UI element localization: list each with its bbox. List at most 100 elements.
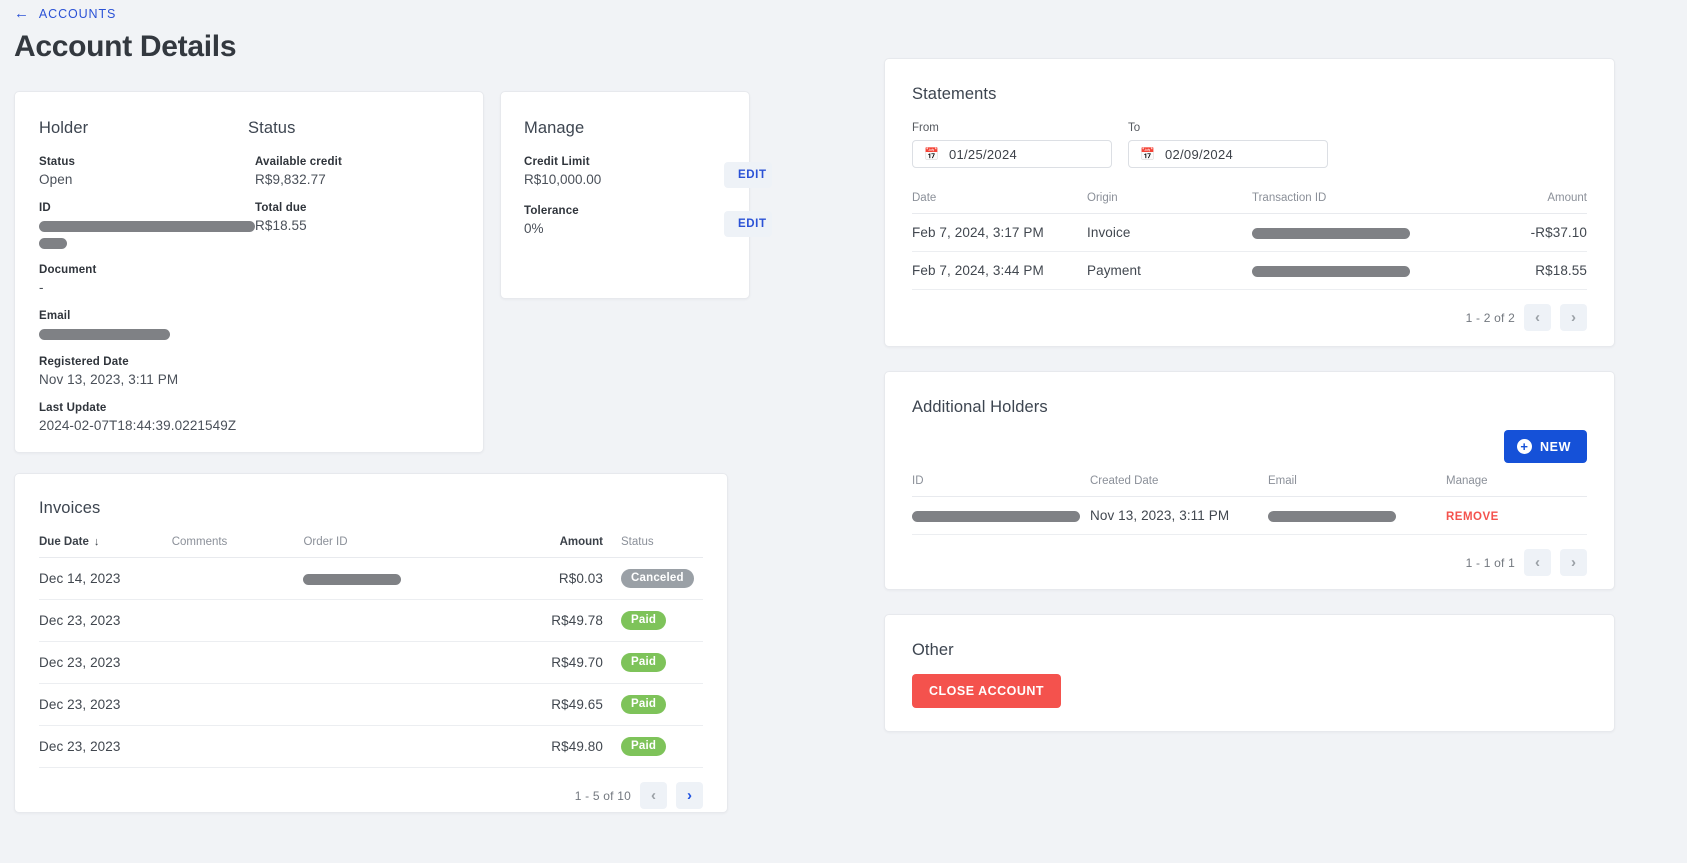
calendar-icon[interactable]: 📅 xyxy=(1140,148,1155,160)
credit-limit-field: Credit Limit R$10,000.00 EDIT xyxy=(524,156,749,187)
invoices-card: Invoices Due Date↓ Comments Order ID Amo… xyxy=(14,473,728,813)
holders-next-page-button[interactable]: › xyxy=(1560,549,1587,576)
holder-heading: Holder xyxy=(39,119,248,138)
cell-order-id xyxy=(303,600,493,642)
field-last-update: Last Update 2024-02-07T18:44:39.0221549Z xyxy=(39,402,255,433)
remove-holder-button[interactable]: REMOVE xyxy=(1446,511,1499,523)
field-label: Registered Date xyxy=(39,356,255,368)
chevron-left-icon: ‹ xyxy=(1535,310,1540,325)
field-total-due: Total due R$18.55 xyxy=(255,202,459,233)
chevron-right-icon: › xyxy=(687,788,692,803)
column-comments[interactable]: Comments xyxy=(172,536,304,558)
column-status[interactable]: Status xyxy=(603,536,703,558)
additional-holders-table: ID Created Date Email Manage Nov 13, 202… xyxy=(912,475,1587,535)
holders-table-header-row: ID Created Date Email Manage xyxy=(912,475,1587,497)
cell-comments xyxy=(172,642,304,684)
table-row[interactable]: Dec 14, 2023 R$0.03 Canceled xyxy=(39,558,703,600)
chevron-right-icon: › xyxy=(1571,310,1576,325)
table-row[interactable]: Nov 13, 2023, 3:11 PM REMOVE xyxy=(912,497,1587,535)
table-row[interactable]: Feb 7, 2024, 3:17 PM Invoice -R$37.10 xyxy=(912,214,1587,252)
table-row[interactable]: Dec 23, 2023 R$49.78 Paid xyxy=(39,600,703,642)
field-label: Credit Limit xyxy=(524,156,749,168)
cell-amount: R$49.65 xyxy=(493,684,603,726)
column-id[interactable]: ID xyxy=(912,475,1090,497)
other-heading: Other xyxy=(912,641,1587,660)
field-label: Tolerance xyxy=(524,205,749,217)
statements-next-page-button[interactable]: › xyxy=(1560,304,1587,331)
field-registered-date: Registered Date Nov 13, 2023, 3:11 PM xyxy=(39,356,255,387)
table-row[interactable]: Feb 7, 2024, 3:44 PM Payment R$18.55 xyxy=(912,252,1587,290)
to-label: To xyxy=(1128,122,1328,134)
invoices-heading: Invoices xyxy=(39,499,703,518)
status-fields-column: Available credit R$9,832.77 Total due R$… xyxy=(255,156,459,433)
summary-cards-row: Holder Status Status Open ID xyxy=(14,91,794,453)
column-due-date[interactable]: Due Date↓ xyxy=(39,536,172,558)
field-label: Available credit xyxy=(255,156,459,168)
field-status: Status Open xyxy=(39,156,255,187)
field-value: 0% xyxy=(524,221,544,236)
field-value: R$9,832.77 xyxy=(255,172,459,187)
cell-order-id xyxy=(303,726,493,768)
cell-status: Canceled xyxy=(603,558,703,600)
holders-pager-label: 1 - 1 of 1 xyxy=(1466,556,1515,570)
field-label: Email xyxy=(39,310,255,322)
additional-holders-heading: Additional Holders xyxy=(912,398,1587,417)
field-label: Status xyxy=(39,156,255,168)
holders-pagination: 1 - 1 of 1 ‹ › xyxy=(912,535,1587,576)
invoices-table: Due Date↓ Comments Order ID Amount Statu… xyxy=(39,536,703,768)
redacted-bar xyxy=(1252,228,1410,239)
left-panel: ← ACCOUNTS Account Details Holder Status xyxy=(0,0,808,863)
breadcrumb-accounts-link[interactable]: ← ACCOUNTS xyxy=(14,6,794,21)
close-account-button[interactable]: CLOSE ACCOUNT xyxy=(912,674,1061,708)
column-amount[interactable]: Amount xyxy=(493,536,603,558)
column-origin[interactable]: Origin xyxy=(1087,192,1252,214)
column-label: Due Date xyxy=(39,536,89,548)
redacted-bar xyxy=(912,511,1080,522)
plus-circle-icon: + xyxy=(1517,439,1532,454)
column-manage[interactable]: Manage xyxy=(1446,475,1587,497)
table-row[interactable]: Dec 23, 2023 R$49.65 Paid xyxy=(39,684,703,726)
column-date[interactable]: Date xyxy=(912,192,1087,214)
invoices-table-body: Dec 14, 2023 R$0.03 Canceled Dec 23, 202… xyxy=(39,558,703,768)
manage-card: Manage Credit Limit R$10,000.00 EDIT Tol… xyxy=(500,91,750,299)
column-created-date[interactable]: Created Date xyxy=(1090,475,1268,497)
table-row[interactable]: Dec 23, 2023 R$49.80 Paid xyxy=(39,726,703,768)
cell-amount: R$49.80 xyxy=(493,726,603,768)
cell-due-date: Dec 23, 2023 xyxy=(39,726,172,768)
column-email[interactable]: Email xyxy=(1268,475,1446,497)
new-holder-button[interactable]: + NEW xyxy=(1504,430,1587,463)
cell-id xyxy=(912,497,1090,535)
column-transaction-id[interactable]: Transaction ID xyxy=(1252,192,1467,214)
status-badge: Paid xyxy=(621,611,666,630)
table-row[interactable]: Dec 23, 2023 R$49.70 Paid xyxy=(39,642,703,684)
field-value: Nov 13, 2023, 3:11 PM xyxy=(39,372,255,387)
invoices-next-page-button[interactable]: › xyxy=(676,782,703,809)
status-badge: Paid xyxy=(621,653,666,672)
invoices-prev-page-button[interactable]: ‹ xyxy=(640,782,667,809)
cell-created-date: Nov 13, 2023, 3:11 PM xyxy=(1090,497,1268,535)
statements-prev-page-button[interactable]: ‹ xyxy=(1524,304,1551,331)
edit-tolerance-button[interactable]: EDIT xyxy=(724,211,772,237)
to-date-input[interactable]: 📅 02/09/2024 xyxy=(1128,140,1328,168)
edit-credit-limit-button[interactable]: EDIT xyxy=(724,162,772,188)
field-label: ID xyxy=(39,202,255,214)
status-badge: Canceled xyxy=(621,569,694,588)
field-value: Open xyxy=(39,172,255,187)
status-heading: Status xyxy=(248,119,459,138)
statements-table: Date Origin Transaction ID Amount Feb 7,… xyxy=(912,192,1587,290)
redacted-bar xyxy=(1268,511,1396,522)
invoices-table-header-row: Due Date↓ Comments Order ID Amount Statu… xyxy=(39,536,703,558)
page-title: Account Details xyxy=(14,30,794,64)
holders-prev-page-button[interactable]: ‹ xyxy=(1524,549,1551,576)
from-date-input[interactable]: 📅 01/25/2024 xyxy=(912,140,1112,168)
other-card: Other CLOSE ACCOUNT xyxy=(884,614,1615,732)
cell-order-id xyxy=(303,558,493,600)
calendar-icon[interactable]: 📅 xyxy=(924,148,939,160)
column-amount[interactable]: Amount xyxy=(1467,192,1587,214)
status-badge: Paid xyxy=(621,695,666,714)
cell-order-id xyxy=(303,642,493,684)
additional-holders-card: Additional Holders + NEW ID Created Date… xyxy=(884,371,1615,590)
column-order-id[interactable]: Order ID xyxy=(303,536,493,558)
statements-pagination: 1 - 2 of 2 ‹ › xyxy=(912,290,1587,331)
invoices-pager-label: 1 - 5 of 10 xyxy=(575,789,631,803)
